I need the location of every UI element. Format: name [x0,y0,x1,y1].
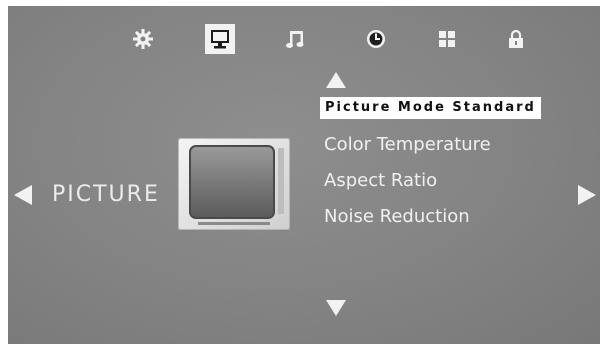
menu-item-color-temperature[interactable]: Color Temperature [324,133,564,157]
tab-setup[interactable] [128,24,158,54]
music-note-icon [286,31,304,48]
tab-picture[interactable] [205,24,235,54]
tv-thumbnail-icon [178,138,290,230]
previous-page-arrow-icon[interactable] [14,185,32,205]
lock-icon [509,29,523,48]
menu-item-aspect-ratio[interactable]: Aspect Ratio [324,169,564,193]
section-title: PICTURE [52,182,160,207]
tab-option[interactable] [432,24,462,54]
scroll-down-arrow-icon[interactable] [326,300,346,316]
menu-item-noise-reduction[interactable]: Noise Reduction [324,205,564,229]
clock-icon [367,30,385,48]
menu-item-picture-mode[interactable]: Picture Mode Standard [320,97,541,119]
picture-menu-list: Picture Mode Standard Color Temperature … [320,96,564,241]
menu-tab-bar [8,24,600,64]
tab-lock[interactable] [501,24,531,54]
tab-time[interactable] [361,24,391,54]
grid-icon [439,31,455,47]
next-page-arrow-icon[interactable] [578,185,596,205]
tab-sound[interactable] [280,24,310,54]
gear-icon [133,29,153,49]
osd-screen: PICTURE Picture Mode Standard Color Temp… [8,6,600,344]
monitor-icon [211,30,229,49]
scroll-up-arrow-icon[interactable] [326,72,346,88]
